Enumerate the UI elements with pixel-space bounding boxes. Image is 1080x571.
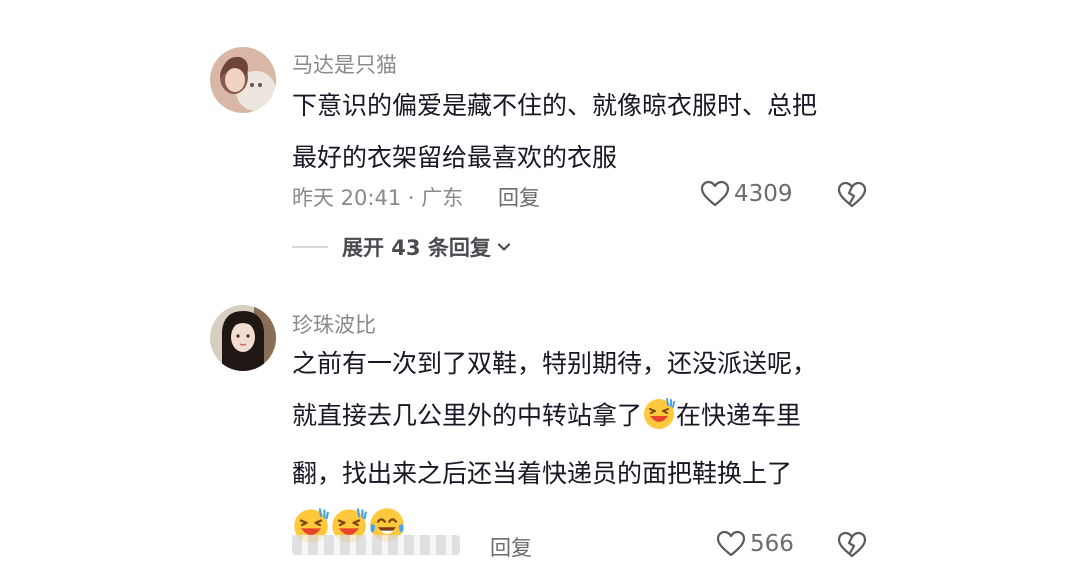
expand-replies-button[interactable]: 展开 43 条回复 (292, 232, 513, 262)
chevron-down-icon (497, 243, 510, 251)
broken-heart-icon (837, 531, 867, 558)
like-button[interactable]: 566 (716, 530, 794, 558)
like-count: 566 (750, 531, 794, 557)
divider-line (292, 246, 328, 248)
dislike-button[interactable] (837, 181, 867, 213)
avatar[interactable] (210, 305, 276, 371)
timestamp-location (292, 535, 460, 555)
comment-line-part: 在快递车里 (676, 401, 802, 430)
comment-line: 下意识的偏爱是藏不住的、就像晾衣服时、总把 (292, 91, 818, 120)
laughing-sweat-emoji (642, 396, 676, 448)
comment-meta: 昨天 20:41 · 广东 回复 (292, 179, 1080, 211)
reply-button[interactable]: 回复 (490, 532, 532, 562)
reply-button[interactable]: 回复 (498, 182, 540, 212)
comment-line: 最好的衣架留给最喜欢的衣服 (292, 143, 618, 172)
username[interactable]: 珍珠波比 (292, 309, 376, 339)
expand-replies-label: 展开 43 条回复 (342, 236, 491, 260)
avatar[interactable] (210, 47, 276, 113)
comment-line: 就直接去几公里外的中转站拿了 在快递车里 (292, 390, 892, 448)
like-button[interactable]: 4309 (700, 180, 793, 208)
comment-text: 下意识的偏爱是藏不住的、就像晾衣服时、总把 最好的衣架留给最喜欢的衣服 (292, 80, 892, 184)
comment-line: 翻，找出来之后还当着快递员的面把鞋换上了 (292, 459, 793, 488)
heart-outline-icon (700, 180, 730, 207)
comment-meta: 回复 (292, 529, 1080, 561)
username[interactable]: 马达是只猫 (292, 49, 397, 79)
like-count: 4309 (734, 181, 793, 207)
broken-heart-icon (837, 181, 867, 208)
comment-line-part: 就直接去几公里外的中转站拿了 (292, 401, 643, 430)
timestamp-location: 昨天 20:41 · 广东 (292, 186, 464, 210)
dislike-button[interactable] (837, 531, 867, 563)
heart-outline-icon (716, 530, 746, 557)
comment-line: 之前有一次到了双鞋，特别期待，还没派送呢， (292, 349, 818, 378)
